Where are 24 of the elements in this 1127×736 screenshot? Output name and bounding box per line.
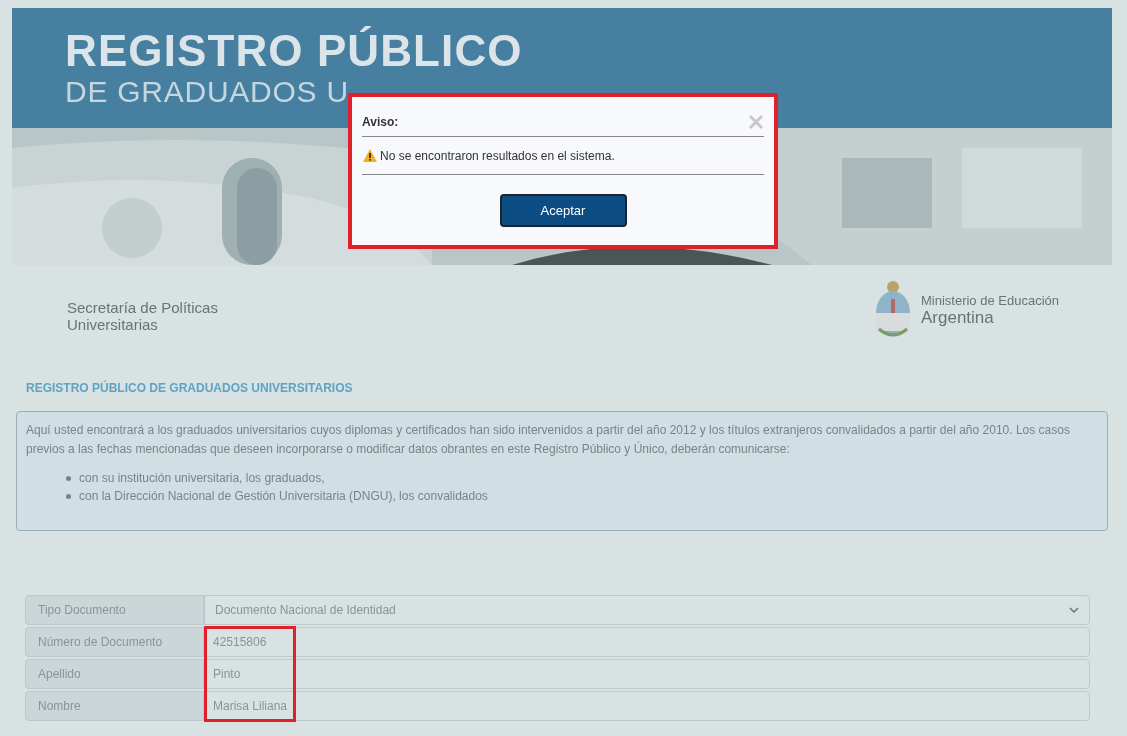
input-field[interactable]: 42515806 [204,627,1090,657]
document-type-select[interactable]: Documento Nacional de Identidad [204,595,1090,625]
ministry-name: Argentina [920,308,995,327]
input-field[interactable]: Pinto [204,659,1090,689]
field-label: Nombre [25,691,204,721]
banner-title: REGISTRO PÚBLICO [65,28,523,74]
close-icon[interactable] [748,113,764,130]
field-label: Apellido [25,659,204,689]
secretaria-name: Secretaría de Políticas [67,299,218,316]
info-paragraph: Aquí usted encontrará a los graduados universitarios cuyos diplomas y certificados han sido intervenidos a partir del año 2012 y los títulos extranjeros convalidados a partir del año 2010. Los casos previos a las fechas mencionadas que deseen incorporarse o modificar datos obrantes en este Registro Público y Único, deberán comunicarse: [26,422,1071,458]
dialog-message: No se encontraron resultados en el sistema. [380,147,615,165]
field-label: Número de Documento [25,627,204,657]
ministry-name: Ministerio de Educación [920,293,1059,308]
chevron-down-icon [1069,607,1079,613]
warning-icon [362,148,378,163]
bullet-item: con la Dirección Nacional de Gestión Universitaria (DNGU), los convalidados [79,488,488,505]
accept-button[interactable]: Aceptar [499,194,627,227]
bullet-item: con su institución universitaria, los graduados, [79,470,325,487]
dialog-title: Aviso: [362,113,399,131]
secretaria-name: Universitarias [67,316,159,333]
input-field[interactable]: Marisa Liliana [204,691,1090,721]
section-heading: REGISTRO PÚBLICO DE GRADUADOS UNIVERSITARIOS [26,381,353,395]
field-label: Tipo Documento [25,595,204,625]
banner-subtitle: DE GRADUADOS U [65,74,349,110]
